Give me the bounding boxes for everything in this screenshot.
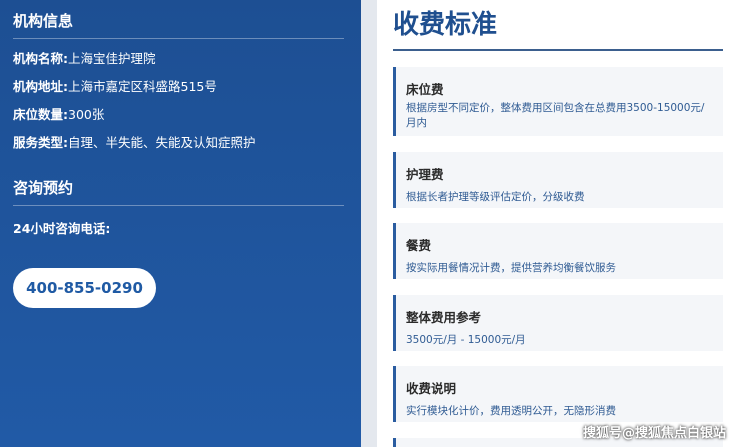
institution-section-title: 机构信息 bbox=[13, 10, 344, 39]
fee-card-title: 餐费 bbox=[406, 238, 432, 253]
fee-card-desc: 按实际用餐情况计费，提供营养均衡餐饮服务 bbox=[406, 262, 616, 274]
fee-card-title: 护理费 bbox=[406, 167, 444, 182]
info-row-beds: 床位数量:300张 bbox=[13, 107, 345, 123]
info-key: 机构名称: bbox=[13, 51, 68, 66]
column-gap bbox=[361, 0, 377, 447]
fee-card-title: 床位费 bbox=[406, 82, 444, 97]
fee-card-meal: 餐费 按实际用餐情况计费，提供营养均衡餐饮服务 bbox=[393, 223, 723, 279]
phone-label: 24小时咨询电话: bbox=[13, 221, 111, 236]
fee-card-desc: 根据长者护理等级评估定价，分级收费 bbox=[406, 191, 585, 203]
fees-title: 收费标准 bbox=[393, 8, 723, 51]
phone-button[interactable]: 400-855-0290 bbox=[13, 268, 156, 308]
fee-card-bed: 床位费 根据房型不同定价，整体费用区间包含在总费用3500-15000元/月内 bbox=[393, 67, 723, 136]
info-row-name: 机构名称:上海宝佳护理院 bbox=[13, 51, 345, 67]
info-key: 机构地址: bbox=[13, 79, 68, 94]
consult-section-title: 咨询预约 bbox=[13, 177, 344, 206]
info-value: 上海市嘉定区科盛路515号 bbox=[68, 79, 217, 94]
fee-card-overall: 整体费用参考 3500元/月 - 15000元/月 bbox=[393, 295, 723, 351]
info-key: 床位数量: bbox=[13, 107, 68, 122]
fee-card-desc: 根据房型不同定价，整体费用区间包含在总费用3500-15000元/月内 bbox=[406, 102, 705, 129]
fee-card-desc: 实行模块化计价，费用透明公开，无隐形消费 bbox=[406, 405, 616, 417]
info-value: 300张 bbox=[68, 107, 105, 122]
fee-card-care: 护理费 根据长者护理等级评估定价，分级收费 bbox=[393, 152, 723, 208]
info-row-service-type: 服务类型:自理、半失能、失能及认知症照护 bbox=[13, 135, 345, 151]
info-value: 自理、半失能、失能及认知症照护 bbox=[68, 135, 256, 150]
fee-card-title: 收费说明 bbox=[406, 381, 457, 396]
watermark: 搜狐号@搜狐焦点白银站 bbox=[582, 426, 726, 441]
fees-panel: 收费标准 床位费 根据房型不同定价，整体费用区间包含在总费用3500-15000… bbox=[377, 0, 740, 447]
info-value: 上海宝佳护理院 bbox=[68, 51, 156, 66]
fee-card-desc: 3500元/月 - 15000元/月 bbox=[406, 334, 526, 346]
info-row-address: 机构地址:上海市嘉定区科盛路515号 bbox=[13, 79, 345, 95]
institution-panel: 机构信息 机构名称:上海宝佳护理院 机构地址:上海市嘉定区科盛路515号 床位数… bbox=[0, 0, 361, 447]
fee-card-title: 整体费用参考 bbox=[406, 310, 482, 325]
info-key: 服务类型: bbox=[13, 135, 68, 150]
fee-card-note: 收费说明 实行模块化计价，费用透明公开，无隐形消费 bbox=[393, 366, 723, 422]
